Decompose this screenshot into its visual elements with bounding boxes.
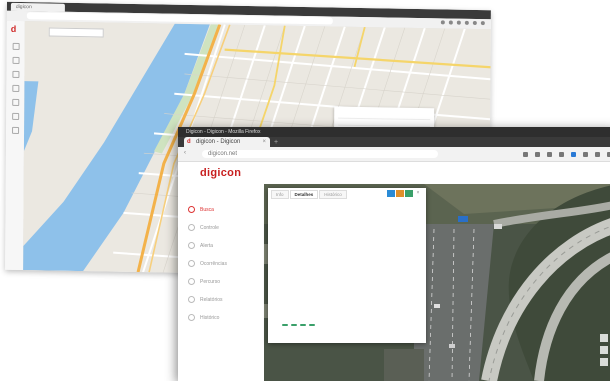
sidebar: Busca Controle Alerta Ocorrências Percur…: [178, 184, 266, 381]
toolbar-icon[interactable]: [583, 152, 588, 157]
nav-rail-icon[interactable]: [13, 57, 20, 64]
toolbar-icon[interactable]: [535, 152, 540, 157]
sidebar-item-label: Ocorrências: [200, 261, 227, 267]
popup-action-button[interactable]: [309, 324, 315, 326]
divider: [338, 118, 430, 121]
popup-tab[interactable]: Histórico: [319, 190, 347, 199]
front-tab[interactable]: d digicon - Digicon ×: [184, 137, 270, 147]
nav-rail-icon[interactable]: [12, 85, 19, 92]
sidebar-item-label: Controle: [200, 225, 219, 231]
sidebar-item-label: Alerta: [200, 243, 213, 249]
action-icon[interactable]: [387, 190, 395, 197]
search-icon: [188, 206, 195, 213]
action-icon[interactable]: [396, 190, 404, 197]
nav-rail-icon[interactable]: [12, 127, 19, 134]
extension-icon[interactable]: [571, 152, 576, 157]
front-address-bar: ‹ digicon.net: [178, 147, 610, 162]
popup-table: [273, 218, 421, 250]
toolbar-icon[interactable]: [595, 152, 600, 157]
action-icon[interactable]: [405, 190, 413, 197]
front-tab-title: digicon - Digicon: [196, 139, 240, 145]
front-url-field[interactable]: digicon.net: [202, 150, 438, 158]
toolbar-icon[interactable]: [547, 152, 552, 157]
toolbar-icon[interactable]: [465, 21, 469, 25]
popup-action-button[interactable]: [282, 324, 288, 326]
nav-rail-icon[interactable]: [13, 43, 20, 50]
toolbar-icon[interactable]: [473, 21, 477, 25]
toolbar-icon[interactable]: [559, 152, 564, 157]
front-toolbar-icons: [523, 152, 610, 157]
sidebar-item-label: Relatórios: [200, 297, 223, 303]
popup-tab[interactable]: Info: [271, 190, 289, 199]
front-browser-window: Digicon - Digicon - Mozilla Firefox d di…: [178, 127, 610, 381]
sidebar-item-ocorrencias[interactable]: Ocorrências: [188, 260, 227, 267]
tab-favicon-icon: d: [187, 137, 191, 147]
sidebar-item-relatorios[interactable]: Relatórios: [188, 296, 223, 303]
info-popup: Info Detalhes Histórico ×: [268, 188, 426, 343]
alert-icon: [188, 242, 195, 249]
nav-rail-icon[interactable]: [12, 113, 19, 120]
sidebar-item-label: Percurso: [200, 279, 220, 285]
brand-logo: digicon: [200, 167, 241, 179]
popup-tabs: Info Detalhes Histórico: [271, 190, 348, 199]
control-icon: [188, 224, 195, 231]
history-icon: [188, 314, 195, 321]
toolbar-icon[interactable]: [449, 21, 453, 25]
sidebar-item-label: Histórico: [200, 315, 219, 321]
popup-tab-active[interactable]: Detalhes: [290, 190, 319, 199]
toolbar-icon[interactable]: [481, 21, 485, 25]
route-icon: [188, 278, 195, 285]
toolbar-icon[interactable]: [523, 152, 528, 157]
report-icon: [188, 296, 195, 303]
sidebar-item-percurso[interactable]: Percurso: [188, 278, 220, 285]
close-icon[interactable]: ×: [414, 190, 422, 197]
sidebar-item-historico[interactable]: Histórico: [188, 314, 219, 321]
sidebar-item-alerta[interactable]: Alerta: [188, 242, 213, 249]
map-search-input[interactable]: [49, 28, 104, 38]
sidebar-item-busca[interactable]: Busca: [188, 206, 214, 213]
back-toolbar-icons: [441, 20, 485, 25]
popup-actions: ×: [387, 190, 422, 197]
back-arrow-icon[interactable]: ‹: [184, 150, 186, 156]
close-icon[interactable]: ×: [262, 137, 266, 147]
sidebar-item-controle[interactable]: Controle: [188, 224, 219, 231]
front-titlebar: Digicon - Digicon - Mozilla Firefox: [178, 127, 610, 137]
popup-buttons: [282, 324, 315, 326]
front-app: digicon Busca Controle Alerta Ocorrência…: [178, 162, 610, 381]
toolbar-icon[interactable]: [441, 20, 445, 24]
toolbar-icon[interactable]: [457, 21, 461, 25]
list-icon: [188, 260, 195, 267]
popup-action-button[interactable]: [291, 324, 297, 326]
nav-rail-icon[interactable]: [12, 71, 19, 78]
popup-action-button[interactable]: [300, 324, 306, 326]
brand-logo-icon: d: [11, 24, 17, 34]
nav-rail-icon[interactable]: [12, 99, 19, 106]
back-popup-columns: [334, 113, 434, 117]
new-tab-icon[interactable]: +: [274, 139, 278, 146]
sidebar-item-label: Busca: [200, 207, 214, 213]
